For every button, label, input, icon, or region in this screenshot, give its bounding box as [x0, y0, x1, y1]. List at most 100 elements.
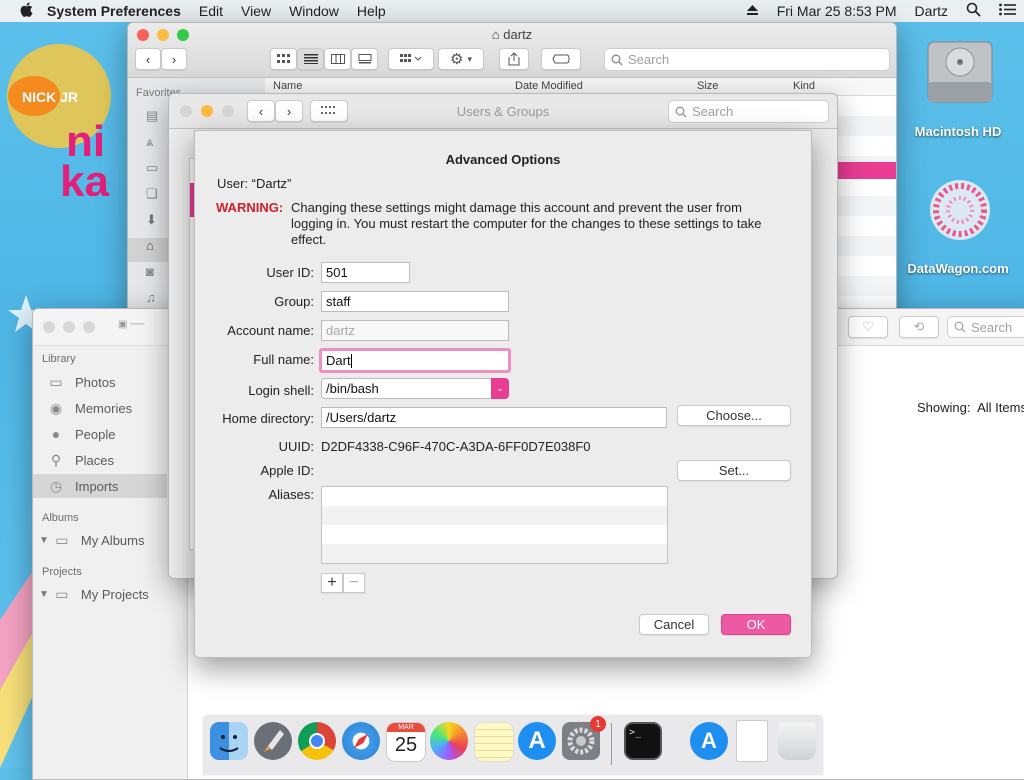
- chevron-down-icon[interactable]: ⌄: [491, 378, 509, 399]
- icon-view-button[interactable]: [270, 48, 297, 70]
- macintosh-hd-icon[interactable]: [918, 32, 1002, 112]
- set-apple-id-button[interactable]: Set...: [677, 460, 791, 481]
- zoom-slider-icon[interactable]: ▣ ──: [118, 319, 144, 330]
- choose-button[interactable]: Choose...: [677, 405, 791, 426]
- users-groups-toolbar: ‹ › Users & Groups Search: [169, 94, 837, 129]
- column-size[interactable]: Size: [697, 80, 718, 92]
- sidebar-item-memories[interactable]: ◉ Memories: [33, 396, 185, 420]
- edit-tags-button[interactable]: [541, 48, 581, 70]
- sidebar-item-photos[interactable]: ▭ Photos: [33, 370, 185, 394]
- desktop-icon[interactable]: ▭: [146, 160, 158, 176]
- eject-icon[interactable]: [746, 3, 759, 19]
- zoom-button[interactable]: [83, 321, 95, 333]
- menu-view[interactable]: View: [241, 3, 271, 19]
- menu-app-name[interactable]: System Preferences: [47, 3, 181, 19]
- dock-finder-icon[interactable]: [210, 722, 248, 760]
- dock-system-preferences-icon[interactable]: 1: [562, 716, 606, 760]
- apple-menu-icon[interactable]: [20, 1, 33, 21]
- minimize-button[interactable]: [63, 321, 75, 333]
- dock-chrome-icon[interactable]: [298, 722, 336, 760]
- column-date-modified[interactable]: Date Modified: [515, 80, 583, 92]
- column-name[interactable]: Name: [273, 80, 302, 92]
- remove-alias-button[interactable]: −: [343, 573, 365, 593]
- finder-toolbar: ⌂ dartz ‹ › ⚙ ▾ Search: [128, 23, 896, 78]
- search-icon: [954, 321, 966, 333]
- dock-trash-icon[interactable]: [778, 722, 816, 760]
- showing-filter[interactable]: Showing: All Items: [917, 400, 1024, 415]
- menu-clock[interactable]: Fri Mar 25 8:53 PM: [777, 3, 897, 19]
- downloads-icon[interactable]: ⬇: [146, 212, 157, 228]
- apple-id-label: Apple ID:: [260, 463, 314, 478]
- dock-calendar-icon[interactable]: MAR 25: [386, 722, 426, 762]
- action-menu-button[interactable]: ⚙ ▾: [438, 48, 484, 70]
- dock-document-icon[interactable]: [736, 720, 768, 762]
- full-name-field[interactable]: Dart: [319, 348, 511, 373]
- users-groups-search[interactable]: Search: [668, 100, 829, 123]
- forward-button[interactable]: ›: [161, 48, 187, 70]
- menu-help[interactable]: Help: [357, 3, 386, 19]
- menu-user[interactable]: Dartz: [915, 3, 948, 19]
- list-view-button[interactable]: [297, 48, 324, 70]
- search-icon: [611, 54, 623, 65]
- sidebar-item-places[interactable]: ⚲ Places: [33, 448, 185, 472]
- notification-center-icon[interactable]: [999, 3, 1016, 19]
- disclosure-triangle-icon[interactable]: ▼: [39, 589, 49, 600]
- share-icon: [508, 52, 520, 66]
- ok-button[interactable]: OK: [721, 614, 791, 635]
- back-button[interactable]: ‹: [135, 48, 161, 70]
- dock-terminal-icon[interactable]: >_: [624, 722, 662, 760]
- favorite-button[interactable]: ♡: [848, 316, 888, 338]
- close-button[interactable]: [43, 321, 55, 333]
- dock-app-store-icon[interactable]: A: [518, 722, 556, 760]
- sidebar-item-my-projects[interactable]: ▼ ▭ My Projects: [33, 582, 185, 606]
- dock-launchpad-icon[interactable]: [254, 722, 292, 760]
- photos-search-placeholder: Search: [971, 319, 1013, 335]
- warning-text: Changing these settings might damage thi…: [291, 200, 762, 247]
- full-name-value: Dart: [326, 353, 351, 368]
- column-view-button[interactable]: [324, 48, 351, 70]
- aliases-label: Aliases:: [268, 487, 314, 502]
- photos-sidebar: Library ▭ Photos ◉ Memories ● People ⚲ Place…: [33, 346, 188, 779]
- cancel-button[interactable]: Cancel: [639, 614, 709, 635]
- group-field[interactable]: staff: [321, 291, 509, 312]
- sidebar-item-imports[interactable]: ◷ Imports: [33, 474, 167, 498]
- folder-icon: ▭: [55, 585, 69, 602]
- column-kind[interactable]: Kind: [793, 80, 815, 92]
- sidebar-item-label: Places: [75, 452, 115, 468]
- account-name-field: dartz: [321, 320, 509, 341]
- datawagon-label: DataWagon.com: [907, 261, 1009, 276]
- recents-icon[interactable]: ▤: [146, 108, 158, 124]
- sidebar-item-people[interactable]: ● People: [33, 422, 185, 446]
- dock-downloads-stack-icon[interactable]: A: [690, 722, 728, 760]
- rotate-button[interactable]: ⟲: [899, 316, 939, 338]
- photos-search-field[interactable]: Search: [947, 316, 1024, 338]
- dock-notes-icon[interactable]: [474, 722, 514, 762]
- applications-icon[interactable]: ⩓: [146, 134, 153, 150]
- home-directory-field[interactable]: /Users/dartz: [321, 407, 667, 428]
- home-icon[interactable]: ⌂: [146, 238, 154, 253]
- photos-icon: ▭: [49, 373, 63, 390]
- full-name-label: Full name:: [253, 352, 314, 367]
- showing-label: Showing:: [917, 400, 971, 415]
- datawagon-icon[interactable]: [925, 172, 995, 255]
- dock-photos-icon[interactable]: [430, 722, 468, 760]
- group-icon: [400, 54, 422, 62]
- dock-safari-icon[interactable]: [342, 722, 380, 760]
- menu-edit[interactable]: Edit: [199, 3, 223, 19]
- aliases-list[interactable]: [321, 486, 668, 564]
- login-shell-combobox[interactable]: /bin/bash ⌄: [321, 378, 509, 399]
- add-alias-button[interactable]: +: [321, 573, 343, 593]
- spotlight-icon[interactable]: [966, 2, 981, 20]
- finder-search-field[interactable]: Search: [604, 48, 890, 71]
- disclosure-triangle-icon[interactable]: ▼: [39, 535, 49, 546]
- group-by-button[interactable]: [388, 48, 434, 70]
- projects-heading: Projects: [42, 566, 82, 578]
- documents-icon[interactable]: ❏: [146, 186, 158, 202]
- menu-window[interactable]: Window: [289, 3, 339, 19]
- sidebar-item-my-albums[interactable]: ▼ ▭ My Albums: [33, 528, 185, 552]
- music-icon[interactable]: ♫: [146, 290, 156, 305]
- pictures-icon[interactable]: ◙: [146, 264, 154, 279]
- gallery-view-button[interactable]: [351, 48, 378, 70]
- user-id-field[interactable]: 501: [321, 262, 410, 283]
- share-button[interactable]: [499, 48, 529, 70]
